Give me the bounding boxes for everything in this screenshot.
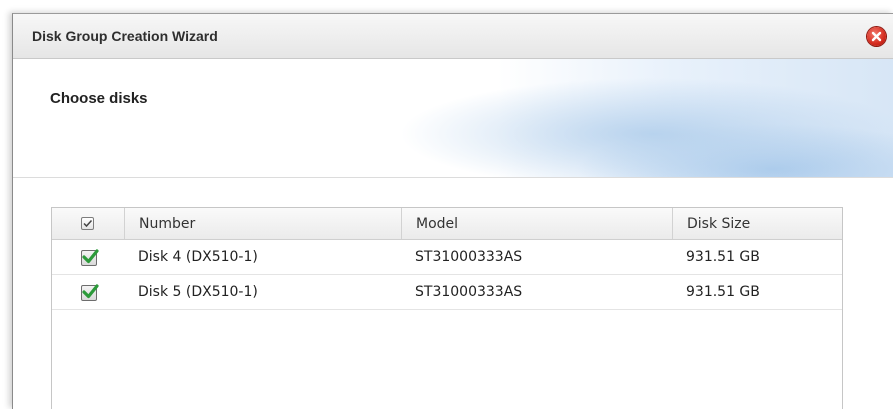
page-title: Choose disks bbox=[50, 90, 148, 107]
disk-model: ST31000333AS bbox=[415, 284, 523, 300]
column-label: Model bbox=[416, 216, 459, 232]
checkbox-checked-icon bbox=[82, 284, 99, 299]
wizard-header: Choose disks bbox=[13, 59, 893, 178]
table-header: Number Model Disk Size bbox=[52, 208, 842, 240]
disk-size: 931.51 GB bbox=[686, 249, 760, 265]
select-all-checkbox[interactable] bbox=[81, 217, 94, 230]
checkbox-checked-icon bbox=[83, 219, 93, 228]
column-label: Disk Size bbox=[687, 216, 751, 232]
column-header-disk-size[interactable]: Disk Size bbox=[673, 208, 842, 239]
disk-model: ST31000333AS bbox=[415, 249, 523, 265]
column-header-number[interactable]: Number bbox=[125, 208, 402, 239]
window-title: Disk Group Creation Wizard bbox=[32, 28, 218, 44]
row-checkbox[interactable] bbox=[81, 284, 99, 301]
disk-table: Number Model Disk Size Disk 4 (DX510-1) … bbox=[51, 207, 843, 409]
disk-number: Disk 5 (DX510-1) bbox=[138, 284, 258, 300]
disk-size: 931.51 GB bbox=[686, 284, 760, 300]
table-row[interactable]: Disk 5 (DX510-1) ST31000333AS 931.51 GB bbox=[52, 275, 842, 310]
close-button[interactable] bbox=[867, 27, 886, 46]
column-label: Number bbox=[139, 216, 196, 232]
disk-number: Disk 4 (DX510-1) bbox=[138, 249, 258, 265]
header-select-all-cell[interactable] bbox=[52, 208, 125, 239]
close-icon bbox=[871, 31, 882, 42]
title-bar: Disk Group Creation Wizard bbox=[13, 14, 893, 59]
checkbox-checked-icon bbox=[82, 249, 99, 264]
table-row[interactable]: Disk 4 (DX510-1) ST31000333AS 931.51 GB bbox=[52, 240, 842, 275]
column-header-model[interactable]: Model bbox=[402, 208, 673, 239]
row-checkbox[interactable] bbox=[81, 249, 99, 266]
wizard-window: Disk Group Creation Wizard Choose disks … bbox=[12, 13, 893, 409]
